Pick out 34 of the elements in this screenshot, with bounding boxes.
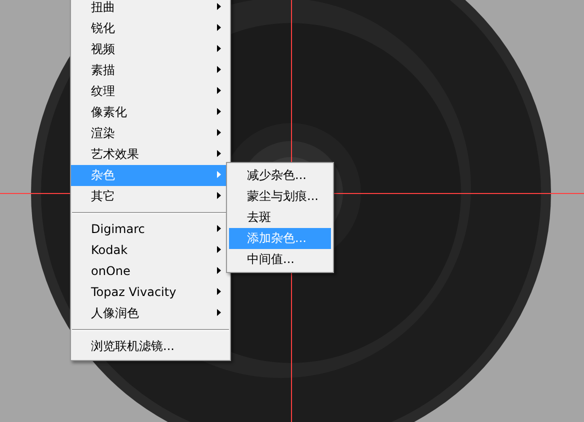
menu-item[interactable]: 锐化: [71, 18, 230, 39]
submenu-arrow-icon: [217, 129, 221, 136]
submenu-arrow-icon: [217, 108, 221, 115]
menu-item[interactable]: onOne: [71, 261, 230, 282]
submenu-arrow-icon: [217, 66, 221, 73]
menu-item[interactable]: 视频: [71, 39, 230, 60]
submenu-arrow-icon: [217, 267, 221, 274]
submenu-arrow-icon: [217, 150, 221, 157]
submenu-arrow-icon: [217, 309, 221, 316]
submenu-arrow-icon: [217, 171, 221, 178]
menu-item[interactable]: 去斑: [229, 207, 331, 228]
menu-item[interactable]: Kodak: [71, 240, 230, 261]
submenu-arrow-icon: [217, 24, 221, 31]
menu-item[interactable]: 中间值...: [229, 249, 331, 270]
menu-item[interactable]: 减少杂色...: [229, 165, 331, 186]
submenu-arrow-icon: [217, 192, 221, 199]
menu-item[interactable]: 扭曲: [71, 0, 230, 18]
submenu-arrow-icon: [217, 87, 221, 94]
menu-item[interactable]: Digimarc: [71, 219, 230, 240]
menu-item[interactable]: 渲染: [71, 123, 230, 144]
menu-item[interactable]: 素描: [71, 60, 230, 81]
menu-item[interactable]: 蒙尘与划痕...: [229, 186, 331, 207]
menu-item[interactable]: 其它: [71, 186, 230, 207]
menu-item[interactable]: Topaz Vivacity: [71, 282, 230, 303]
submenu-arrow-icon: [217, 45, 221, 52]
submenu-arrow-icon: [217, 3, 221, 10]
submenu-arrow-icon: [217, 288, 221, 295]
menu-item[interactable]: 像素化: [71, 102, 230, 123]
menu-item[interactable]: 艺术效果: [71, 144, 230, 165]
submenu-arrow-icon: [217, 225, 221, 232]
submenu-arrow-icon: [217, 246, 221, 253]
menu-item[interactable]: 浏览联机滤镜...: [71, 336, 230, 357]
menu-item[interactable]: 纹理: [71, 81, 230, 102]
menu-item[interactable]: 人像润色: [71, 303, 230, 324]
